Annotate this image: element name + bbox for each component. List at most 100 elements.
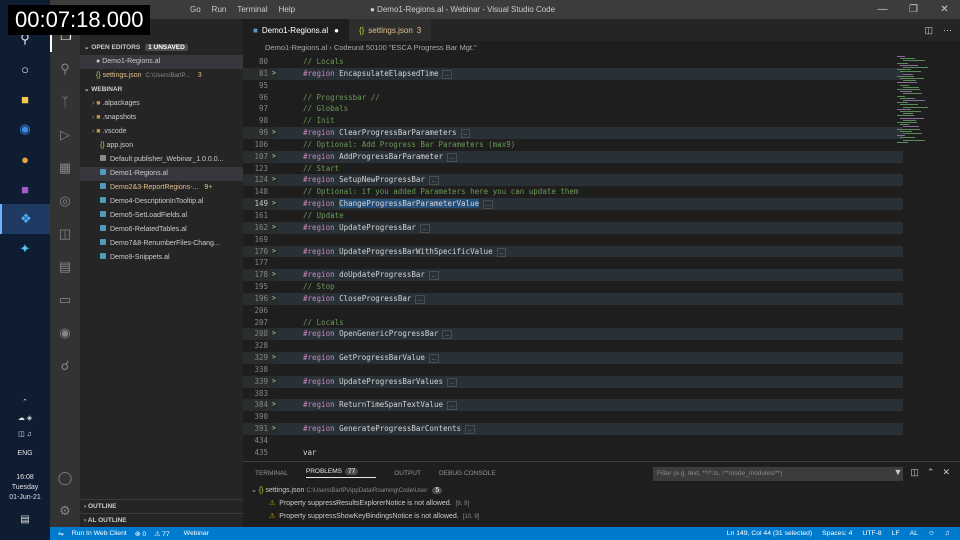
- fold-chevron-icon[interactable]: >: [270, 293, 278, 305]
- folded-ellipsis[interactable]: …: [419, 223, 430, 233]
- more-actions-icon[interactable]: ⋯: [943, 25, 952, 36]
- fold-chevron-icon[interactable]: >: [270, 68, 278, 80]
- outline-header[interactable]: › OUTLINE: [80, 499, 243, 513]
- tray-network-icon[interactable]: ◫ ♫: [0, 430, 50, 438]
- breadcrumb-symbol[interactable]: Codeunit 50100 "ESCA Progress Bar Mgt.": [334, 43, 477, 52]
- fold-chevron-icon[interactable]: >: [270, 127, 278, 139]
- folded-ellipsis[interactable]: …: [428, 271, 439, 281]
- language-mode[interactable]: AL: [910, 530, 918, 537]
- code-line[interactable]: 384 > #region ReturnTimeSpanTextValue…: [243, 399, 903, 412]
- onenote-icon[interactable]: ■: [0, 174, 50, 204]
- folder-item[interactable]: › ■ .snapshots: [80, 111, 243, 125]
- file-item[interactable]: Demo1-Regions.al: [80, 167, 243, 181]
- fold-chevron-icon[interactable]: >: [270, 198, 278, 210]
- open-editor-item[interactable]: {} settings.json C:\Users\BartP... 3: [80, 69, 243, 83]
- folded-ellipsis[interactable]: …: [446, 377, 457, 387]
- tab-output[interactable]: OUTPUT: [394, 470, 421, 477]
- fold-chevron-icon[interactable]: >: [270, 423, 278, 435]
- settings-gear-icon[interactable]: ⚙: [50, 494, 80, 527]
- folded-ellipsis[interactable]: …: [446, 401, 457, 411]
- spotify-icon[interactable]: ◉: [50, 316, 80, 349]
- unsaved-dot[interactable]: ●: [334, 26, 339, 35]
- menu-terminal[interactable]: Terminal: [237, 5, 267, 14]
- remote-icon[interactable]: ◎: [50, 184, 80, 217]
- extensions-icon[interactable]: ▦: [50, 151, 80, 184]
- code-line[interactable]: 80 // Locals: [243, 56, 903, 68]
- run-debug-icon[interactable]: ▷: [50, 118, 80, 151]
- workspace-header[interactable]: ⌄ WEBINAR: [80, 83, 243, 97]
- fold-chevron-icon[interactable]: >: [270, 151, 278, 163]
- split-editor-icon[interactable]: ◫: [924, 25, 933, 36]
- folded-ellipsis[interactable]: …: [442, 330, 453, 340]
- tab-demo1-regions[interactable]: ■ Demo1-Regions.al ●: [243, 19, 349, 41]
- code-line[interactable]: 434: [243, 435, 903, 447]
- code-line[interactable]: 196 > #region CloseProgressBar…: [243, 292, 903, 305]
- code-line[interactable]: 98 // Init: [243, 115, 903, 127]
- menu-go[interactable]: Go: [190, 5, 201, 14]
- fold-chevron-icon[interactable]: >: [270, 352, 278, 364]
- open-editor-item[interactable]: ● Demo1-Regions.al: [80, 55, 243, 69]
- minimap[interactable]: [897, 56, 957, 146]
- folded-ellipsis[interactable]: …: [496, 247, 507, 257]
- code-line[interactable]: 96 // Progressbar //: [243, 92, 903, 104]
- code-line[interactable]: 329 > #region GetProgressBarValue…: [243, 352, 903, 364]
- folder-item[interactable]: › ■ .vscode: [80, 125, 243, 139]
- code-line[interactable]: 195 // Stop: [243, 281, 903, 293]
- code-view[interactable]: 80// Locals 81 > #region EncapsulateElapsed…: [243, 56, 903, 459]
- code-line[interactable]: 107 > #region AddProgressBarParameter…: [243, 150, 903, 163]
- tab-terminal[interactable]: TERMINAL: [255, 470, 288, 477]
- problems-filter-input[interactable]: Filter (e.g. text, **/*.ts, !**/node_mod…: [653, 467, 903, 481]
- code-line[interactable]: 391 > #region GenerateProgressBarContents…: [243, 423, 903, 435]
- filter-icon[interactable]: ▼: [893, 467, 902, 478]
- code-line[interactable]: 328: [243, 340, 903, 352]
- fold-chevron-icon[interactable]: >: [270, 328, 278, 340]
- chrome-icon[interactable]: ●: [0, 144, 50, 174]
- folded-ellipsis[interactable]: …: [460, 129, 471, 139]
- code-line[interactable]: 338: [243, 364, 903, 376]
- code-line[interactable]: 390: [243, 411, 903, 423]
- notification-icon[interactable]: ▤: [0, 514, 50, 525]
- app-icon[interactable]: ✦: [0, 234, 50, 264]
- code-line[interactable]: 177: [243, 257, 903, 269]
- feedback-icon[interactable]: ☺: [928, 530, 935, 537]
- run-in-web-client[interactable]: Run In Web Client: [72, 530, 127, 538]
- code-line[interactable]: 207 // Locals: [243, 317, 903, 329]
- folded-ellipsis[interactable]: …: [428, 354, 439, 364]
- file-item[interactable]: Demo7&8-RenumberFiles-Chang...: [80, 237, 243, 251]
- code-line[interactable]: 149 > #region ChangeProgressBarParameterVa…: [243, 198, 903, 210]
- fold-chevron-icon[interactable]: >: [270, 269, 278, 281]
- globe-icon[interactable]: ☌: [50, 349, 80, 382]
- cortana-icon[interactable]: ○: [0, 54, 50, 84]
- folded-ellipsis[interactable]: …: [428, 176, 439, 186]
- folder-item[interactable]: › ■ .alpackages: [80, 97, 243, 111]
- fold-chevron-icon[interactable]: >: [270, 399, 278, 411]
- code-line[interactable]: 339 > #region UpdateProgressBarValues…: [243, 375, 903, 388]
- fold-chevron-icon[interactable]: >: [270, 376, 278, 388]
- code-line[interactable]: 161 // Update: [243, 210, 903, 222]
- remote-icon[interactable]: ⇋: [58, 530, 64, 538]
- error-count[interactable]: ⊗ 0: [135, 530, 146, 538]
- cursor-position[interactable]: Ln 149, Col 44 (31 selected): [727, 530, 812, 537]
- language-indicator[interactable]: ENG: [0, 450, 50, 457]
- vscode-icon[interactable]: ❖: [0, 204, 50, 234]
- code-line[interactable]: 106 // Optional: Add Progress Bar Paramet…: [243, 139, 903, 151]
- close-panel-icon[interactable]: ✕: [942, 467, 950, 478]
- docker-icon[interactable]: ▤: [50, 250, 80, 283]
- folded-ellipsis[interactable]: …: [483, 200, 493, 210]
- collapse-all-icon[interactable]: ◫: [910, 467, 919, 478]
- search-icon[interactable]: ⚲: [50, 52, 80, 85]
- folded-ellipsis[interactable]: …: [415, 294, 425, 304]
- fold-chevron-icon[interactable]: >: [270, 246, 278, 258]
- maximize-panel-icon[interactable]: ⌃: [927, 467, 935, 478]
- tab-debug-console[interactable]: DEBUG CONSOLE: [439, 470, 496, 477]
- menu-help[interactable]: Help: [279, 5, 295, 14]
- code-line[interactable]: 169: [243, 234, 903, 246]
- fold-chevron-icon[interactable]: >: [270, 222, 278, 234]
- line-ending[interactable]: LF: [892, 530, 900, 537]
- folded-ellipsis[interactable]: …: [446, 152, 457, 162]
- minimize-button[interactable]: —: [867, 0, 898, 19]
- code-line[interactable]: 124 > #region SetupNewProgressBar…: [243, 174, 903, 187]
- code-line[interactable]: 123 // Start: [243, 163, 903, 175]
- code-line[interactable]: 81 > #region EncapsulateElapsedTime…: [243, 67, 903, 80]
- code-line[interactable]: 206: [243, 305, 903, 317]
